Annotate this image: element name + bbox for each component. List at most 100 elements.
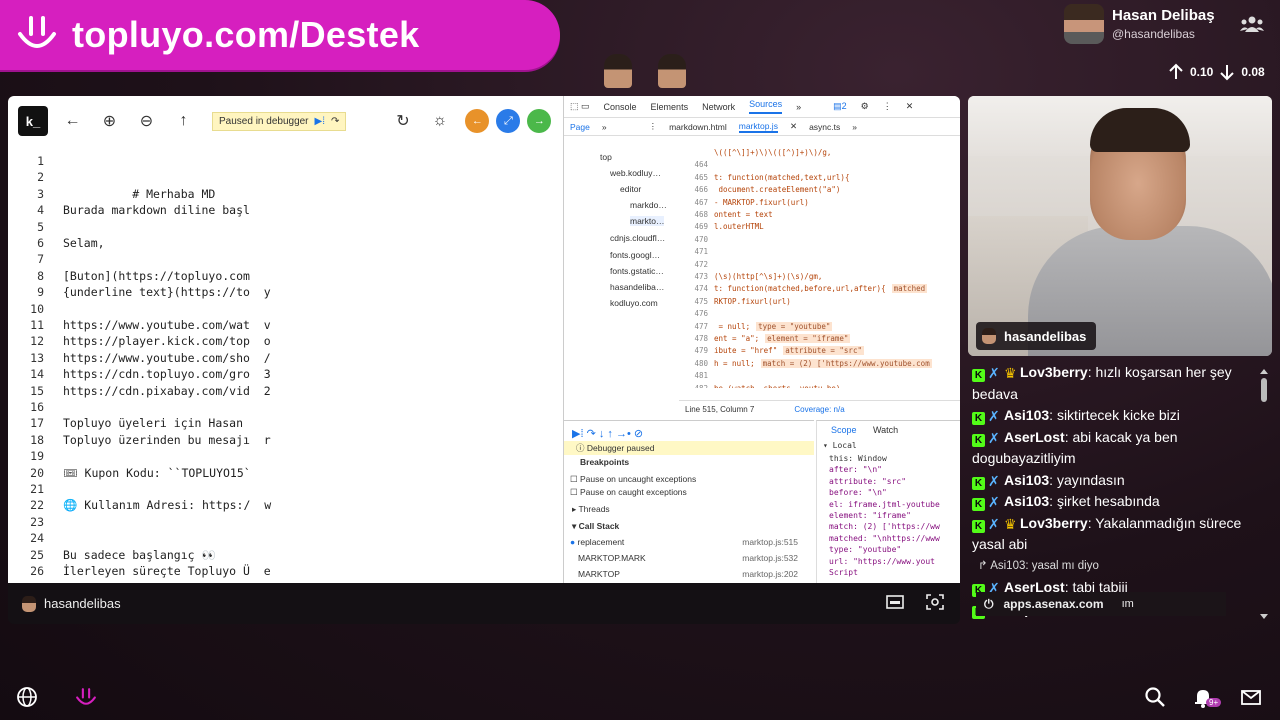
- topluyo-logo-icon[interactable]: [74, 686, 98, 710]
- viewer-avatar: [658, 54, 686, 88]
- threads-header[interactable]: ▸ Threads: [572, 504, 610, 515]
- scope-variable[interactable]: element: "iframe": [829, 511, 911, 520]
- chat-scrollbar[interactable]: [1259, 366, 1269, 622]
- device-icon[interactable]: ⬚ ▭: [570, 101, 590, 112]
- screenshot-icon[interactable]: [926, 594, 944, 610]
- chat-message[interactable]: K ✗ Asi103: yayındasın: [968, 470, 1272, 492]
- scope-variable[interactable]: match: (2) ['https://ww: [829, 522, 940, 531]
- tree-item[interactable]: cdnjs.cloudfl…: [610, 233, 665, 243]
- more-tabs-icon[interactable]: »: [796, 102, 801, 112]
- zoom-out-icon[interactable]: ⊖: [128, 106, 165, 136]
- refresh-icon[interactable]: ↻: [384, 106, 421, 136]
- theme-sun-icon[interactable]: ☼: [421, 106, 458, 136]
- coverage-status[interactable]: Coverage: n/a: [794, 405, 844, 414]
- tab-markdown-html[interactable]: markdown.html: [669, 122, 727, 132]
- breakpoints-header[interactable]: Breakpoints: [580, 457, 629, 467]
- scope-variable[interactable]: after: "\n": [829, 465, 882, 474]
- pause-uncaught-checkbox[interactable]: ☐ Pause on uncaught exceptions: [570, 474, 696, 485]
- scope-variable[interactable]: this: Window: [829, 454, 887, 463]
- chevron-icon[interactable]: »: [602, 122, 607, 132]
- zoom-in-icon[interactable]: ⊕: [91, 106, 128, 136]
- chat-username[interactable]: AserLost: [1004, 429, 1065, 445]
- call-frame[interactable]: ● replacement marktop.js:515: [570, 537, 798, 547]
- scope-variable[interactable]: matched: "\nhttps://www: [829, 534, 940, 543]
- tab-async-ts[interactable]: async.ts: [809, 122, 840, 132]
- back-arrow-icon[interactable]: ←: [54, 106, 91, 136]
- local-scope-header[interactable]: ▾ Local: [823, 441, 857, 450]
- tree-item[interactable]: editor: [620, 184, 641, 194]
- brand-banner[interactable]: topluyo.com/Destek: [0, 0, 560, 70]
- mail-icon[interactable]: [1240, 686, 1262, 708]
- issues-icon[interactable]: ▤2: [833, 101, 847, 112]
- tab-scope[interactable]: Scope: [831, 425, 857, 435]
- avatar[interactable]: [1064, 4, 1104, 44]
- tree-item[interactable]: fonts.gstatic…: [610, 266, 664, 276]
- tab-page[interactable]: Page: [570, 122, 590, 132]
- search-icon[interactable]: [1144, 686, 1166, 708]
- stream-player[interactable]: k_ ← ⊕ ⊖ ↑ Paused in debugger ▶⁞ ↷ ↻ ☼ ←…: [8, 96, 960, 624]
- more-files-icon[interactable]: »: [852, 122, 857, 132]
- scope-variable[interactable]: attribute: "src": [829, 477, 906, 486]
- tree-item[interactable]: fonts.googl…: [610, 250, 660, 260]
- kebab-icon[interactable]: ⋮: [649, 121, 658, 132]
- apps-link[interactable]: ⏻ apps.asenax.com ım: [976, 592, 1226, 616]
- chat-message[interactable]: K ✗ Asi103: şirket hesabında: [968, 491, 1272, 513]
- scope-variable[interactable]: before: "\n": [829, 488, 887, 497]
- debug-controls[interactable]: ▶⁞ ↷ ↓ ↑ →• ⊘: [572, 427, 643, 440]
- code-editor[interactable]: 123 # Merhaba MD 4 Burada markdown diline …: [8, 146, 563, 583]
- theater-mode-icon[interactable]: [886, 594, 904, 610]
- green-action-icon[interactable]: →: [527, 109, 552, 133]
- tab-watch[interactable]: Watch: [873, 425, 898, 435]
- chat-message[interactable]: K ✗ ♛ Lov3berry: hızlı koşarsan her şey bed…: [968, 362, 1272, 405]
- close-tab-icon[interactable]: ✕: [790, 121, 797, 132]
- tree-item[interactable]: web.kodluy…: [610, 168, 661, 178]
- call-frame[interactable]: MARKTOP.MARK marktop.js:532: [578, 553, 798, 563]
- source-line: 477 = null; type = "youtube": [682, 321, 833, 331]
- chat-username[interactable]: Asi103: [1004, 493, 1049, 509]
- tree-item[interactable]: kodluyo.com: [610, 298, 658, 308]
- tree-item[interactable]: markto…: [630, 216, 665, 226]
- shared-screen: k_ ← ⊕ ⊖ ↑ Paused in debugger ▶⁞ ↷ ↻ ☼ ←…: [8, 96, 960, 583]
- chat-message[interactable]: K ✗ ♛ Lov3berry: Yakalanmadığın sürece yasa…: [968, 513, 1272, 556]
- kodluyo-logo-icon[interactable]: k_: [18, 106, 48, 136]
- tab-console[interactable]: Console: [604, 102, 637, 112]
- resume-icon[interactable]: ▶⁞: [315, 116, 325, 127]
- tab-elements[interactable]: Elements: [651, 102, 689, 112]
- tree-item[interactable]: hasandeliba…: [610, 282, 664, 292]
- people-icon[interactable]: [1240, 14, 1264, 34]
- call-frame[interactable]: MARKTOP marktop.js:202: [578, 569, 798, 579]
- scope-variable[interactable]: type: "youtube": [829, 545, 901, 554]
- source-code-view[interactable]: \(([^\]]+)\)\(([^)]+)\)/g, 464 465 t: funct…: [682, 148, 960, 388]
- settings-gear-icon[interactable]: ⚙: [861, 101, 869, 112]
- tree-item[interactable]: markdo…: [630, 200, 667, 210]
- tab-network[interactable]: Network: [702, 102, 735, 112]
- step-over-icon[interactable]: ↷: [331, 116, 339, 127]
- chat-username[interactable]: Asi103: [1004, 472, 1049, 488]
- pause-caught-checkbox[interactable]: ☐ Pause on caught exceptions: [570, 487, 687, 498]
- close-icon[interactable]: ✕: [906, 101, 914, 112]
- orange-action-icon[interactable]: ←: [465, 109, 490, 133]
- tab-marktop-js[interactable]: marktop.js: [738, 121, 778, 133]
- scope-variable[interactable]: url: "https://www.yout: [829, 557, 935, 566]
- globe-icon[interactable]: [16, 686, 38, 708]
- scope-variable[interactable]: el: iframe.jtml-youtube: [829, 500, 940, 509]
- streamer-name[interactable]: hasandelibas: [44, 596, 121, 611]
- scope-variable[interactable]: Script: [829, 568, 858, 577]
- chat-message[interactable]: K ✗ Asi103: siktirtecek kicke bizi: [968, 405, 1272, 427]
- kebab-menu-icon[interactable]: ⋮: [883, 101, 892, 112]
- chat-username[interactable]: Lov3berry: [1020, 515, 1088, 531]
- webcam-name-tag[interactable]: hasandelibas: [976, 322, 1097, 350]
- streamer-profile[interactable]: Hasan Delibaş @hasandelibas: [1064, 4, 1215, 44]
- source-line-number: 476: [694, 309, 708, 319]
- arrow-up-icon[interactable]: ↑: [165, 106, 202, 136]
- crown-badge-icon: ♛: [1004, 515, 1017, 532]
- chat-username[interactable]: Lov3berry: [1020, 364, 1088, 380]
- chat-username[interactable]: Asi103: [1004, 407, 1049, 423]
- chat-message[interactable]: K ✗ AserLost: abi kacak ya ben dogubayazit…: [968, 427, 1272, 470]
- blue-action-icon[interactable]: ⤢: [496, 109, 521, 133]
- code-line: # Merhaba MD: [63, 186, 216, 201]
- tab-sources[interactable]: Sources: [749, 99, 783, 114]
- code-line: https://cdn.pixabay.com/vid 2: [63, 383, 271, 398]
- call-stack-header[interactable]: ▾ Call Stack: [572, 521, 619, 532]
- tree-item[interactable]: top: [600, 152, 612, 162]
